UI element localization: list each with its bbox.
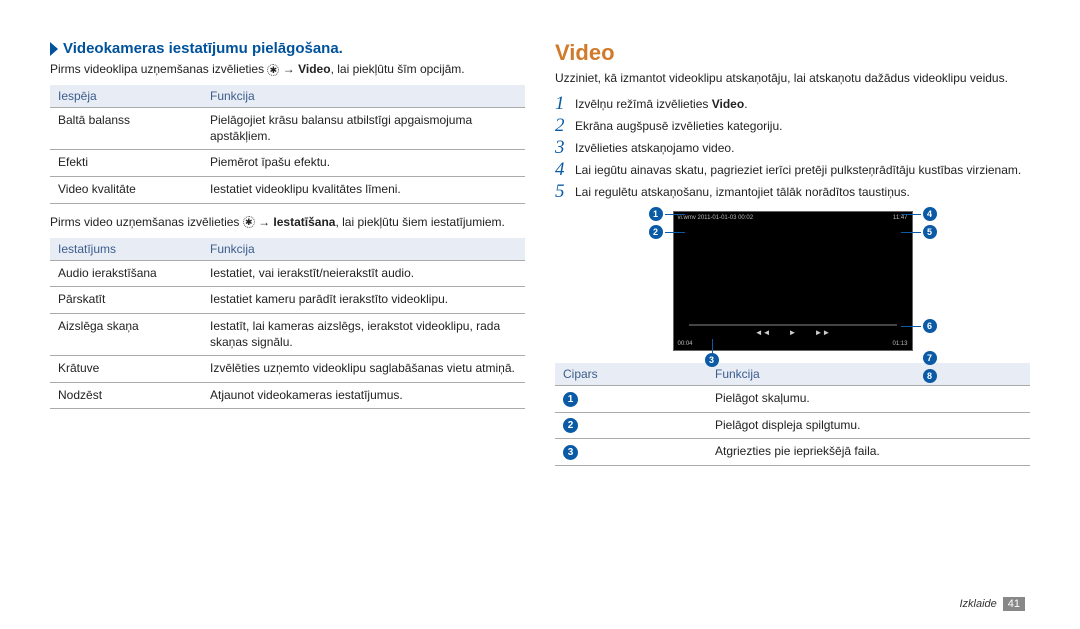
table-row: Video kvalitāteIestatiet videoklipu kval… [50, 176, 525, 203]
chevron-right-icon [50, 42, 58, 56]
th-setting: Iestatījums [50, 238, 202, 261]
play-icon: ► [789, 328, 797, 337]
gear-icon: ✱ [267, 64, 279, 76]
player-clock: 11:47 [893, 215, 908, 221]
settings-table: Iestatījums Funkcija Audio ierakstīšanaI… [50, 238, 525, 410]
table-row: 1Pielāgot skaļumu. [555, 386, 1030, 413]
table-row: PārskatītIestatiet kameru parādīt ieraks… [50, 287, 525, 314]
options-table: Iespēja Funkcija Baltā balanssPielāgojie… [50, 85, 525, 203]
footer-section: Izklaide [959, 598, 996, 610]
step-num: 4 [555, 160, 575, 179]
callout-6: 6 [923, 319, 937, 333]
circ-1: 1 [563, 392, 578, 407]
page-footer: Izklaide 41 [959, 597, 1025, 611]
prev-icon: ◄◄ [755, 328, 771, 337]
th-option: Iespēja [50, 85, 202, 108]
callout-8: 8 [923, 369, 937, 383]
th-function: Funkcija [202, 85, 525, 108]
player-elapsed: 00:04 [678, 341, 693, 347]
table-row: EfektiPiemērot īpašu efektu. [50, 150, 525, 177]
step-num: 3 [555, 138, 575, 157]
mid-line: Pirms video uzņemšanas izvēlieties ✱ → I… [50, 214, 525, 230]
table-row: 2Pielāgot displeja spilgtumu. [555, 412, 1030, 439]
subheading-left: Videokameras iestatījumu pielāgošana. [50, 40, 525, 57]
intro-right: Uzziniet, kā izmantot videoklipu atskaņo… [555, 70, 1030, 86]
video-player: vi.wmv 2011-01-01-03 00:02 11:47 ◄◄ ► ►►… [673, 211, 913, 351]
th-number: Cipars [555, 363, 707, 386]
callout-1: 1 [649, 207, 663, 221]
callout-2: 2 [649, 225, 663, 239]
player-controls: ◄◄ ► ►► [674, 328, 912, 337]
steps-list: 1Izvēlņu režīmā izvēlieties Video. 2Ekrā… [555, 94, 1030, 201]
progress-bar [689, 324, 897, 326]
subheading-text: Videokameras iestatījumu pielāgošana. [63, 40, 343, 57]
circ-2: 2 [563, 418, 578, 433]
th-function: Funkcija [202, 238, 525, 261]
table-row: KrātuveIzvēlēties uzņemto videoklipu sag… [50, 356, 525, 383]
page-number: 41 [1003, 597, 1025, 611]
table-row: Baltā balanssPielāgojiet krāsu balansu a… [50, 108, 525, 150]
table-row: Aizslēga skaņaIestatīt, lai kameras aizs… [50, 313, 525, 355]
step-num: 5 [555, 182, 575, 201]
player-diagram: vi.wmv 2011-01-01-03 00:02 11:47 ◄◄ ► ►►… [643, 211, 943, 351]
callout-3: 3 [705, 353, 719, 367]
next-icon: ►► [814, 328, 830, 337]
callout-table: Cipars Funkcija 1Pielāgot skaļumu. 2Piel… [555, 363, 1030, 466]
gear-icon: ✱ [243, 216, 255, 228]
callout-4: 4 [923, 207, 937, 221]
callout-7: 7 [923, 351, 937, 365]
intro-line: Pirms videoklipa uzņemšanas izvēlieties … [50, 61, 525, 77]
step-num: 1 [555, 94, 575, 113]
callout-5: 5 [923, 225, 937, 239]
page-title: Video [555, 40, 1030, 66]
circ-3: 3 [563, 445, 578, 460]
table-row: 3Atgriezties pie iepriekšējā faila. [555, 439, 1030, 466]
table-row: Audio ierakstīšanaIestatiet, vai ierakst… [50, 260, 525, 287]
step-num: 2 [555, 116, 575, 135]
player-total: 01:13 [892, 341, 907, 347]
table-row: NodzēstAtjaunot videokameras iestatījumu… [50, 382, 525, 409]
th-function: Funkcija [707, 363, 1030, 386]
player-filename: vi.wmv 2011-01-01-03 00:02 [678, 215, 754, 221]
